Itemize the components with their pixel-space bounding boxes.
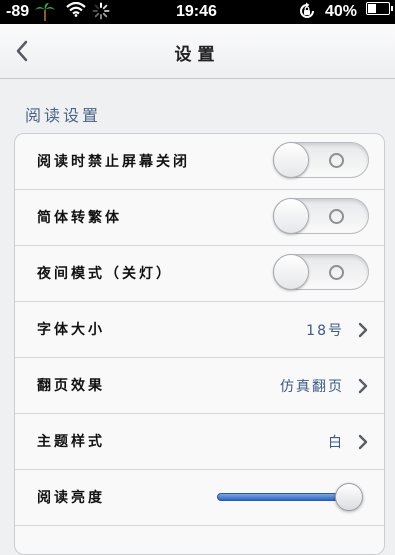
wifi-icon [66, 1, 86, 23]
page-title: 设置 [174, 45, 221, 65]
row-label: 字体大小 [37, 322, 105, 338]
slider-fill [217, 493, 348, 501]
page-turn-effect-row[interactable]: 翻页效果 仿真翻页 [15, 358, 384, 414]
clock-time: 19:46 [176, 3, 217, 20]
brightness-slider[interactable] [217, 483, 363, 511]
chevron-right-icon [358, 434, 368, 450]
keep-screen-on-row: 阅读时禁止屏幕关闭 [15, 134, 384, 190]
battery-percent: 40% [325, 3, 358, 20]
rotation-lock-icon [298, 2, 316, 26]
row-label: 主题样式 [37, 434, 105, 450]
theme-style-value: 白 [328, 435, 344, 451]
traditional-chinese-toggle[interactable] [273, 198, 369, 234]
settings-group: 阅读时禁止屏幕关闭 简体转繁体 夜间模式（关灯） 字体大小 18号 翻页效果 仿… [14, 133, 385, 555]
night-mode-toggle[interactable] [273, 254, 369, 290]
theme-style-row[interactable]: 主题样式 白 [15, 414, 384, 470]
traditional-chinese-row: 简体转繁体 [15, 190, 384, 246]
row-label: 翻页效果 [37, 378, 105, 394]
row-label: 阅读亮度 [37, 490, 105, 506]
toggle-knob [273, 142, 309, 178]
slider-thumb[interactable] [335, 483, 363, 511]
signal-strength: -89 [6, 3, 30, 20]
loading-spinner-icon [92, 2, 110, 26]
chevron-right-icon [358, 322, 368, 338]
row-label: 简体转繁体 [37, 210, 122, 226]
font-size-value: 18号 [306, 323, 344, 339]
off-indicator-icon [329, 153, 344, 168]
reading-brightness-row: 阅读亮度 [15, 470, 384, 526]
toggle-knob [273, 254, 309, 290]
keep-screen-on-toggle[interactable] [273, 142, 369, 178]
row-label: 夜间模式（关灯） [37, 266, 173, 282]
off-indicator-icon [329, 265, 344, 280]
status-bar: -89 19:46 40% [0, 0, 395, 24]
chevron-right-icon [358, 378, 368, 394]
navigation-bar: 设置 [0, 24, 395, 79]
row-label: 阅读时禁止屏幕关闭 [37, 154, 190, 170]
section-title: 阅读设置 [25, 106, 102, 125]
battery-icon [366, 2, 393, 15]
night-mode-row: 夜间模式（关灯） [15, 246, 384, 302]
off-indicator-icon [329, 209, 344, 224]
toggle-knob [273, 198, 309, 234]
font-size-row[interactable]: 字体大小 18号 [15, 302, 384, 358]
page-turn-effect-value: 仿真翻页 [280, 379, 344, 395]
